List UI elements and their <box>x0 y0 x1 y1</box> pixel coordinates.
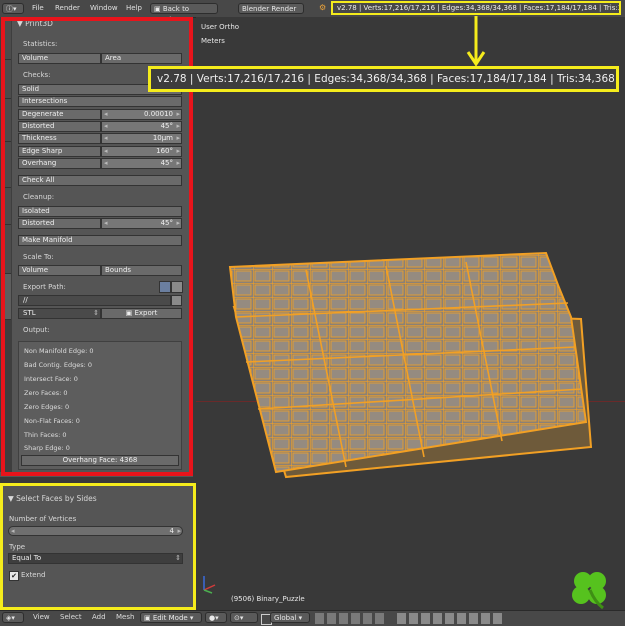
editor-type-icon[interactable]: ⓘ▾ <box>2 3 24 14</box>
axis-gizmo-icon <box>203 576 216 594</box>
pivot-select[interactable]: ⊙▾ <box>230 612 258 623</box>
back-icon: ▣ <box>154 5 163 13</box>
back-to-previous-button[interactable]: ▣ Back to Previous <box>150 3 218 24</box>
render-engine-label: Blender Render <box>242 5 297 13</box>
menu-help[interactable]: Help <box>126 4 142 12</box>
layer-buttons[interactable] <box>315 613 385 624</box>
menu-select[interactable]: Select <box>60 613 82 621</box>
blender-logo-icon: ⚙ <box>319 3 327 12</box>
menu-file[interactable]: File <box>32 4 44 12</box>
menu-view[interactable]: View <box>33 613 50 621</box>
tool-icon-buttons[interactable] <box>397 613 502 624</box>
mode-label: Edit Mode <box>152 614 188 622</box>
orientation-select[interactable]: Global ▾ <box>270 612 310 623</box>
viewport-header: ◈▾ View Select Add Mesh ▣ Edit Mode ▾ ●▾… <box>0 610 625 626</box>
object-label: (9506) Binary_Puzzle <box>231 595 305 603</box>
mode-icon: ▣ <box>144 614 153 622</box>
render-engine-select[interactable]: Blender Render <box>238 3 304 14</box>
menu-add[interactable]: Add <box>92 613 106 621</box>
top-menu-bar: ⓘ▾ File Render Window Help ▣ Back to Pre… <box>0 0 625 24</box>
mesh-object <box>228 251 593 479</box>
viewport-editor-type-icon[interactable]: ◈▾ <box>2 612 24 623</box>
menu-render[interactable]: Render <box>55 4 80 12</box>
orientation-label: Global <box>274 614 297 622</box>
select-faces-highlight-frame <box>0 483 196 610</box>
shading-select[interactable]: ●▾ <box>205 612 227 623</box>
menu-window[interactable]: Window <box>90 4 118 12</box>
mode-select[interactable]: ▣ Edit Mode ▾ <box>140 612 202 623</box>
scene-stats-highlight: v2.78 | Verts:17,216/17,216 | Edges:34,3… <box>331 1 621 15</box>
menu-mesh[interactable]: Mesh <box>116 613 134 621</box>
clover-logo-icon <box>572 572 606 610</box>
scene-stats-text: v2.78 | Verts:17,216/17,216 | Edges:34,3… <box>337 4 621 12</box>
